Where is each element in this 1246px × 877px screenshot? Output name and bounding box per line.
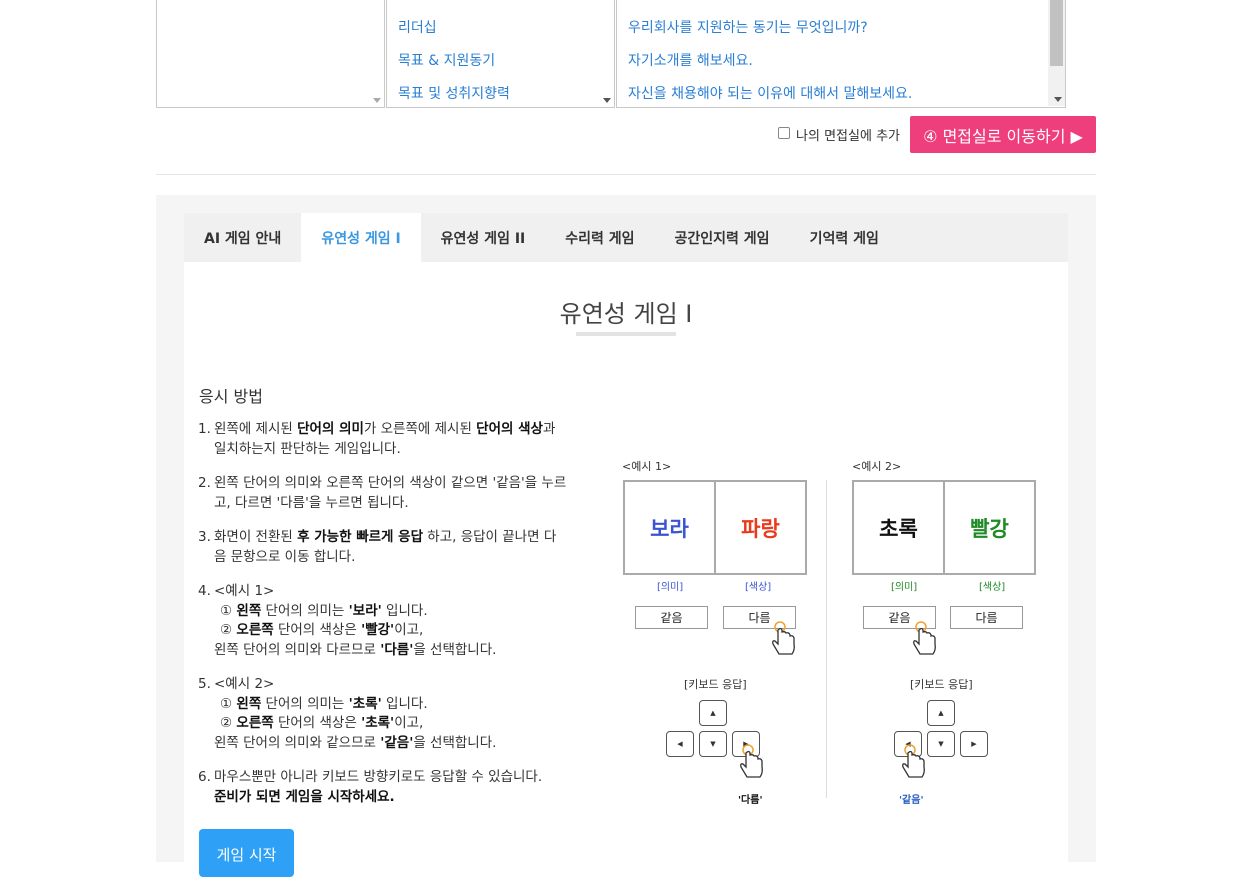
pointing-hand-icon [913,621,936,655]
topic-listbox[interactable]: 리더십 목표 & 지원동기 목표 및 성취지향력 [386,0,615,108]
key-left-icon: ◀ [666,731,694,757]
rule-item: 1. 왼쪽에 제시된 단어의 의미가 오른쪽에 제시된 단어의 색상과 일치하는… [198,421,556,457]
topic-item[interactable]: 목표 및 성취지향력 [398,83,510,103]
add-to-room-label[interactable]: 나의 면접실에 추가 [796,125,900,144]
question-item[interactable]: 우리회사를 지원하는 동기는 무엇입니까? [628,17,868,37]
example-1-label: <예시 1> [622,460,672,473]
example-1-caption: '다름' [738,795,763,806]
key-up-icon: ▲ [699,700,727,726]
title-underline [576,332,676,336]
scroll-down-arrow-icon[interactable] [373,98,381,103]
tab-memory[interactable]: 기억력 게임 [790,213,899,262]
scrollbar[interactable] [1048,0,1065,106]
key-right-icon: ▶ [960,731,988,757]
example-divider [826,480,827,798]
example-2-keyboard-label: [키보드 응답] [910,678,973,691]
scroll-down-arrow-icon[interactable] [1054,97,1062,102]
add-row: 나의 면접실에 추가 ④ 면접실로 이동하기 ▶ [778,116,1096,153]
example-2-right-word: 빨강 [943,482,1034,573]
example-2-card: 초록 빨강 [852,480,1036,575]
key-down-icon: ▼ [927,731,955,757]
rule-item: 2. 왼쪽 단어의 의미와 오른쪽 단어의 색상이 같으면 '같음'을 누르고,… [198,475,567,511]
game-tabs: AI 게임 안내 유연성 게임 I 유연성 게임 II 수리력 게임 공간인지력… [184,213,1068,262]
example-2-caption: '같음' [899,795,924,806]
example-2-left-word: 초록 [879,516,918,541]
key-down-icon: ▼ [699,731,727,757]
start-game-button[interactable]: 게임 시작 [199,829,294,877]
question-item[interactable]: 자신을 채용해야 되는 이유에 대해서 말해보세요. [628,83,912,103]
example-2-label: <예시 2> [852,460,902,473]
add-to-room-checkbox[interactable] [778,126,791,139]
scrollbar-thumb[interactable] [1050,0,1063,66]
question-listbox[interactable]: 우리회사를 지원하는 동기는 무엇입니까? 자기소개를 해보세요. 자신을 채용… [616,0,1066,108]
example-1-tag-color: [색상] [745,582,772,593]
key-up-icon: ▲ [927,700,955,726]
question-item[interactable]: 자기소개를 해보세요. [628,50,753,70]
rule-item: 3. 화면이 전환된 후 가능한 빠르게 응답 하고, 응답이 끝나면 다음 문… [198,529,557,565]
pointing-hand-icon [740,744,763,778]
rule-item: 4. <예시 1> ① 왼쪽 단어의 의미는 '보라' 입니다. ② 오른쪽 단… [198,583,497,658]
example-1-tag-meaning: [의미] [657,582,684,593]
example-1-card: 보라 파랑 [623,480,807,575]
example-2-diff-button: 다름 [950,606,1023,629]
example-1-keyboard-label: [키보드 응답] [684,678,747,691]
rule-item: 5. <예시 2> ① 왼쪽 단어의 의미는 '초록' 입니다. ② 오른쪽 단… [198,676,497,751]
move-to-room-button[interactable]: ④ 면접실로 이동하기 ▶ [910,116,1096,153]
topic-item[interactable]: 목표 & 지원동기 [398,50,495,70]
tab-flexibility-2[interactable]: 유연성 게임 II [421,213,546,262]
tab-numerical[interactable]: 수리력 게임 [545,213,654,262]
category-listbox[interactable] [156,0,385,108]
topic-item[interactable]: 리더십 [398,17,437,37]
pointing-hand-icon [902,744,925,778]
tab-ai-game-guide[interactable]: AI 게임 안내 [184,213,301,262]
tab-flexibility-1[interactable]: 유연성 게임 I [301,213,421,262]
howto-heading: 응시 방법 [199,387,263,406]
tab-spatial[interactable]: 공간인지력 게임 [655,213,790,262]
page-title: 유연성 게임 I [559,300,693,328]
scroll-down-arrow-icon[interactable] [603,98,611,103]
rule-item: 6. 마우스뿐만 아니라 키보드 방향키로도 응답할 수 있습니다. 준비가 되… [198,769,543,805]
example-2-tag-color: [색상] [979,582,1006,593]
example-1-right-word: 파랑 [714,482,805,573]
divider [156,174,1096,175]
rules-list: 1. 왼쪽에 제시된 단어의 의미가 오른쪽에 제시된 단어의 색상과 일치하는… [198,420,568,822]
pointing-hand-icon [772,621,795,655]
question-selector: 리더십 목표 & 지원동기 목표 및 성취지향력 우리회사를 지원하는 동기는 … [156,0,1066,108]
example-2-tag-meaning: [의미] [891,582,918,593]
example-1-same-button: 같음 [635,606,708,629]
example-1-left-word: 보라 [650,516,689,541]
